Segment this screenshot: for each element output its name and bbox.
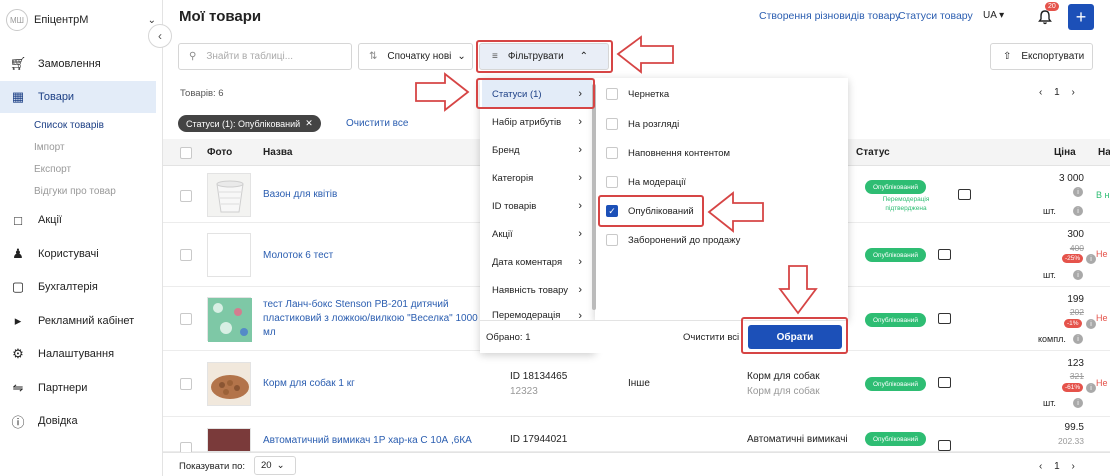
chevron-left-icon: ‹ <box>158 29 162 43</box>
annotation-arrow-left <box>616 35 674 74</box>
annotation-arrow-left <box>707 191 764 233</box>
collapse-sidebar-button[interactable]: ‹ <box>148 24 172 48</box>
annotation-arrow-down <box>778 265 818 315</box>
annotation-arrow-right <box>415 72 470 112</box>
annotation-arrows <box>415 35 818 315</box>
